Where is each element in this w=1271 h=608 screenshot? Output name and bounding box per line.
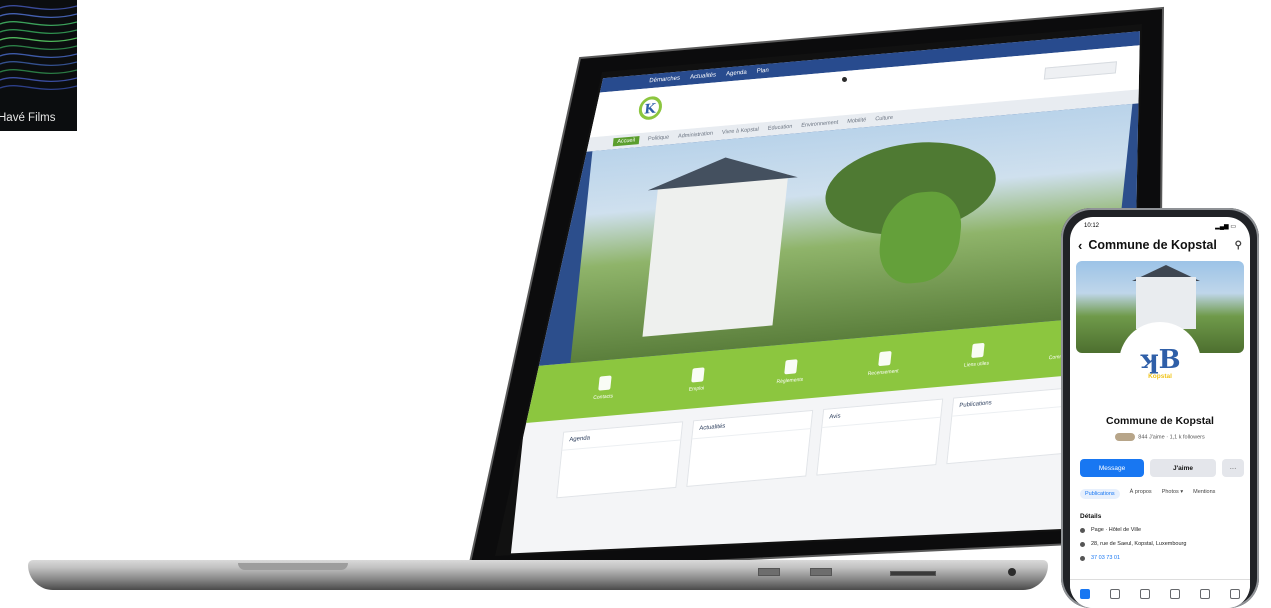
kopstal-logo-icon[interactable]: K: [635, 95, 666, 126]
headphone-jack: [1008, 568, 1016, 576]
tab-photos[interactable]: Photos ▾: [1162, 489, 1183, 499]
laptop-base: [28, 560, 1048, 590]
topnav-item[interactable]: Plan: [756, 68, 769, 75]
bottom-nav: [1070, 579, 1250, 608]
follower-avatars: [1115, 433, 1136, 441]
smartphone: 10:12 ▂▄▆ ▭ ‹ Commune de Kopstal ⚲ ʞB Ko…: [1061, 208, 1259, 608]
topnav-item[interactable]: Actualités: [690, 72, 717, 80]
mainnav-item[interactable]: Mobilité: [847, 117, 867, 125]
phone-icon: [597, 375, 612, 391]
mainnav-item-accueil[interactable]: Accueil: [612, 136, 640, 147]
mainnav-item[interactable]: Administration: [678, 131, 713, 140]
header-search-box[interactable]: [1043, 61, 1118, 80]
phone-screen: 10:12 ▂▄▆ ▭ ‹ Commune de Kopstal ⚲ ʞB Ko…: [1070, 217, 1250, 608]
like-button[interactable]: J'aime: [1150, 459, 1216, 477]
detail-phone[interactable]: 37 03 73 01: [1080, 555, 1120, 561]
page-stats: 844 J'aime · 1,1 k followers: [1070, 433, 1250, 441]
mainnav-item[interactable]: Education: [767, 124, 792, 132]
kopstal-emblem-icon: ʞB: [1139, 344, 1181, 375]
usb-port: [758, 568, 780, 576]
action-buttons: Message J'aime ···: [1080, 459, 1244, 477]
detail-address[interactable]: 28, rue de Saeul, Kopstal, Luxembourg: [1080, 541, 1186, 547]
mainnav-item[interactable]: Environnement: [801, 120, 839, 129]
menu-icon[interactable]: [1230, 589, 1240, 599]
profile-tabs: Publications À propos Photos ▾ Mentions: [1080, 489, 1215, 499]
quicklink-reglements[interactable]: Règlements: [765, 358, 816, 386]
tab-publications[interactable]: Publications: [1080, 489, 1120, 499]
home-icon[interactable]: [1080, 589, 1090, 599]
details-heading: Détails: [1080, 513, 1102, 520]
tab-about[interactable]: À propos: [1130, 489, 1152, 499]
more-button[interactable]: ···: [1222, 459, 1244, 477]
detail-category: Page · Hôtel de Ville: [1080, 527, 1141, 533]
quicklink-emploi[interactable]: Emploi: [672, 366, 723, 394]
profile-avatar[interactable]: ʞB Kopstal: [1122, 325, 1198, 401]
topnav-item[interactable]: Démarches: [649, 75, 680, 84]
video-icon[interactable]: [1110, 589, 1120, 599]
card-avis[interactable]: Avis: [816, 398, 944, 476]
phone-icon: [1080, 555, 1085, 561]
profile-icon[interactable]: [1170, 589, 1180, 599]
location-icon: [1080, 541, 1085, 547]
card-publications[interactable]: Publications: [946, 387, 1074, 465]
document-icon: [784, 359, 798, 375]
cover-building: [1136, 277, 1196, 329]
quicklink-liens[interactable]: Liens utiles: [952, 341, 1003, 369]
app-bar: ‹ Commune de Kopstal ⚲: [1070, 233, 1250, 257]
topnav-item[interactable]: Agenda: [726, 70, 747, 78]
card-actualites[interactable]: Actualités: [686, 409, 814, 487]
tab-mentions[interactable]: Mentions: [1193, 489, 1215, 499]
info-icon: [1080, 527, 1085, 533]
search-icon[interactable]: ⚲: [1235, 240, 1242, 251]
avatar-label: Kopstal: [1148, 372, 1172, 380]
laptop-icon: [691, 367, 705, 383]
mainnav-item[interactable]: Culture: [875, 115, 893, 123]
quicklink-contacts[interactable]: Contacts: [579, 374, 630, 402]
page-name: Commune de Kopstal: [1106, 415, 1214, 427]
laptop-camera: [842, 77, 847, 82]
card-agenda[interactable]: Agenda: [556, 421, 684, 499]
svg-text:K: K: [643, 102, 656, 118]
notifications-icon[interactable]: [1200, 589, 1210, 599]
link-icon: [971, 342, 985, 359]
status-time: 10:12: [1084, 223, 1100, 229]
marketplace-icon[interactable]: [1140, 589, 1150, 599]
quicklink-recensement[interactable]: Recensement: [859, 349, 910, 377]
card-slot: [890, 571, 936, 576]
back-icon[interactable]: ‹: [1078, 238, 1082, 253]
signal-battery-icon: ▂▄▆ ▭: [1215, 224, 1236, 230]
status-bar: 10:12 ▂▄▆ ▭: [1070, 217, 1250, 233]
laptop-hinge-notch: [238, 563, 348, 570]
message-button[interactable]: Message: [1080, 459, 1144, 477]
mainnav-item[interactable]: Politique: [648, 134, 670, 142]
mainnav-item[interactable]: Vivre à Kopstal: [722, 127, 760, 136]
page-title: Commune de Kopstal: [1088, 238, 1217, 252]
person-icon: [877, 351, 892, 367]
usb-port: [810, 568, 832, 576]
